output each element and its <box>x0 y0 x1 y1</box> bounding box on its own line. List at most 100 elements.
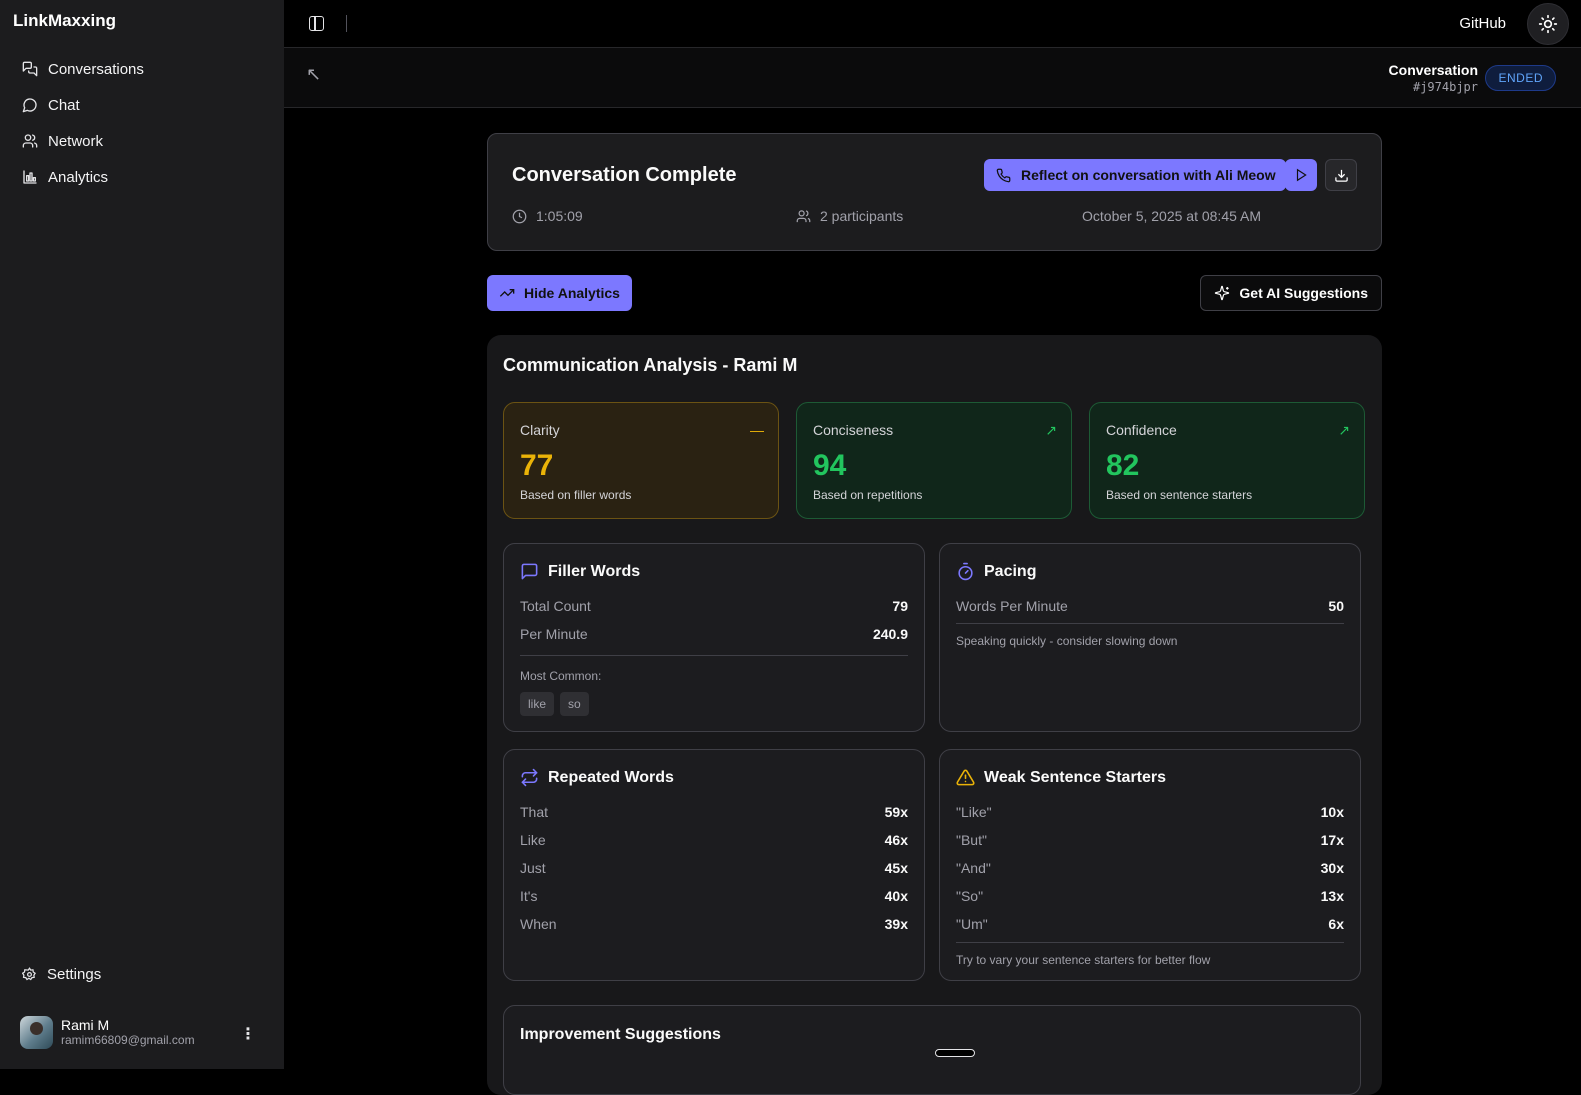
weak-starters-panel: Weak Sentence Starters "Like" 10x "But" 17… <box>939 749 1361 981</box>
duration: 1:05:09 <box>512 208 583 224</box>
ai-suggestions-button[interactable]: Get AI Suggestions <box>1200 275 1382 311</box>
conversation-id: #j974bjpr <box>1412 80 1478 94</box>
score-value: 82 <box>1106 449 1140 482</box>
score-card-confidence: Confidence ↗ 82 Based on sentence starte… <box>1089 402 1365 519</box>
trend-flat-icon: — <box>750 422 764 438</box>
list-item: Like 46x <box>520 832 908 848</box>
word-label: When <box>520 916 557 932</box>
sparkles-icon <box>1215 285 1230 301</box>
panel-title: Pacing <box>984 562 1037 580</box>
starters-note: Try to vary your sentence starters for b… <box>956 953 1211 967</box>
download-button[interactable] <box>1325 159 1357 191</box>
user-menu[interactable]: Rami M ramim66809@gmail.com ⋮ <box>20 1015 270 1049</box>
panel-title: Repeated Words <box>548 768 674 786</box>
score-label: Confidence <box>1106 422 1177 438</box>
sun-icon <box>1538 14 1558 34</box>
filler-chip: like <box>520 692 555 716</box>
settings-label: Settings <box>47 966 102 983</box>
pacing-note: Speaking quickly - consider slowing down <box>956 634 1178 648</box>
starter-label: "So" <box>956 888 984 904</box>
starter-count: 17x <box>1320 832 1344 848</box>
user-name: Rami M <box>61 1017 110 1033</box>
stat-value: 240.9 <box>872 626 908 642</box>
trend-up-icon: ↗ <box>1338 422 1350 438</box>
stat-label: Words Per Minute <box>956 598 1068 614</box>
conversation-label: Conversation #j974bjpr <box>1389 62 1478 94</box>
date-time: October 5, 2025 at 08:45 AM <box>1082 208 1261 224</box>
sidebar-toggle-icon[interactable] <box>309 16 324 31</box>
top-bar: GitHub <box>284 0 1581 48</box>
phone-icon <box>996 168 1011 182</box>
filler-chip: so <box>560 692 589 716</box>
starter-label: "And" <box>956 860 991 876</box>
hide-analytics-button[interactable]: Hide Analytics <box>487 275 632 311</box>
repeat-icon <box>521 768 538 787</box>
starter-count: 6x <box>1328 916 1344 932</box>
panel-header: Repeated Words <box>520 768 674 787</box>
sidebar-item-conversations[interactable]: Conversations <box>12 51 274 87</box>
github-link[interactable]: GitHub <box>1459 15 1506 32</box>
summary-title: Conversation Complete <box>512 164 737 186</box>
app-logo[interactable]: LinkMaxxing <box>13 11 116 31</box>
users-icon <box>796 209 811 222</box>
participants: 2 participants <box>796 208 903 224</box>
starter-label: "Like" <box>956 804 992 820</box>
word-count: 39x <box>884 916 908 932</box>
panel-title: Filler Words <box>548 562 641 580</box>
stat-row: Words Per Minute 50 <box>956 598 1344 614</box>
sidebar-item-analytics[interactable]: Analytics <box>12 159 274 195</box>
sidebar-nav: Conversations Chat Network Analytics <box>12 51 274 195</box>
sidebar-item-label: Analytics <box>48 168 109 186</box>
sidebar-item-network[interactable]: Network <box>12 123 274 159</box>
list-item: Just 45x <box>520 860 908 876</box>
score-label: Clarity <box>520 422 560 438</box>
list-item: That 59x <box>520 804 908 820</box>
word-count: 59x <box>884 804 908 820</box>
panel-header: Filler Words <box>520 562 640 581</box>
repeated-words-panel: Repeated Words That 59x Like 46x Just 45x I… <box>503 749 925 981</box>
divider <box>520 655 908 656</box>
score-subtext: Based on filler words <box>520 488 632 502</box>
sidebar-item-chat[interactable]: Chat <box>12 87 274 123</box>
network-icon <box>22 134 38 148</box>
reflect-button[interactable]: Reflect on conversation with Ali Meow <box>984 159 1286 191</box>
scroll-handle[interactable] <box>935 1049 975 1057</box>
user-email: ramim66809@gmail.com <box>61 1033 195 1047</box>
word-count: 46x <box>884 832 908 848</box>
starter-count: 10x <box>1320 804 1344 820</box>
score-card-clarity: Clarity — 77 Based on filler words <box>503 402 779 519</box>
participants-value: 2 participants <box>820 208 904 224</box>
more-options-icon[interactable]: ⋮ <box>240 1024 256 1044</box>
back-arrow-icon[interactable]: ↖ <box>306 64 321 85</box>
stat-row: Total Count 79 <box>520 598 908 614</box>
play-button[interactable] <box>1285 159 1317 191</box>
panel-header: Weak Sentence Starters <box>956 768 1166 787</box>
panel-title: Improvement Suggestions <box>520 1026 721 1043</box>
ai-suggestions-label: Get AI Suggestions <box>1239 285 1368 301</box>
download-icon <box>1334 169 1348 182</box>
score-value: 77 <box>520 449 554 482</box>
sidebar-item-settings[interactable]: Settings <box>22 966 101 983</box>
sidebar: LinkMaxxing Conversations Chat Network A… <box>0 0 284 1069</box>
list-item: "And" 30x <box>956 860 1344 876</box>
score-value: 94 <box>813 449 847 482</box>
analysis-title: Communication Analysis - Rami M <box>503 355 798 375</box>
pacing-panel: Pacing Words Per Minute 50 Speaking quic… <box>939 543 1361 732</box>
date-time-value: October 5, 2025 at 08:45 AM <box>1082 208 1262 224</box>
stat-label: Total Count <box>520 598 591 614</box>
analytics-icon <box>23 170 37 184</box>
most-common-label: Most Common: <box>520 669 602 683</box>
word-label: Just <box>520 860 546 876</box>
stat-row: Per Minute 240.9 <box>520 626 908 642</box>
timer-icon <box>958 562 973 581</box>
word-label: That <box>520 804 549 820</box>
score-subtext: Based on sentence starters <box>1106 488 1253 502</box>
stat-value: 50 <box>1328 598 1344 614</box>
sidebar-item-label: Chat <box>48 96 80 114</box>
panel-title: Weak Sentence Starters <box>984 768 1167 786</box>
score-card-conciseness: Conciseness ↗ 94 Based on repetitions <box>796 402 1072 519</box>
filler-words-panel: Filler Words Total Count 79 Per Minute 2… <box>503 543 925 732</box>
theme-toggle-button[interactable] <box>1527 3 1569 45</box>
stat-value: 79 <box>892 598 908 614</box>
list-item: "Like" 10x <box>956 804 1344 820</box>
